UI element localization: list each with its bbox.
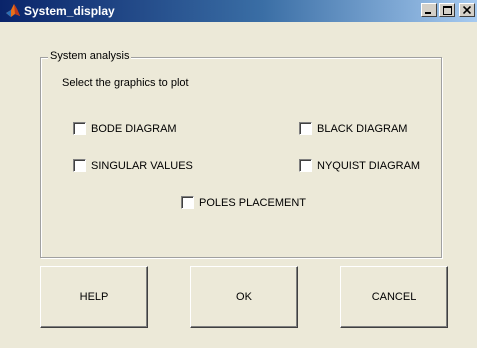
close-icon [463,6,471,14]
window-controls [421,3,475,17]
poles-placement-checkbox[interactable] [181,196,194,209]
poles-placement-label: POLES PLACEMENT [199,196,306,209]
help-button[interactable]: HELP [40,266,148,328]
system-display-window: System_display System analysis Select th… [0,0,477,348]
black-diagram-label: BLACK DIAGRAM [317,122,408,135]
instruction-text: Select the graphics to plot [62,77,189,89]
singular-values-label: SINGULAR VALUES [91,159,193,172]
system-analysis-group: System analysis Select the graphics to p… [40,50,442,258]
minimize-button[interactable] [421,3,437,17]
title-bar[interactable]: System_display [0,0,477,22]
maximize-button[interactable] [439,3,455,17]
bode-diagram-label: BODE DIAGRAM [91,122,177,135]
maximize-icon [442,5,452,15]
bode-diagram-checkbox[interactable] [73,122,86,135]
bode-diagram-option[interactable]: BODE DIAGRAM [73,122,177,135]
black-diagram-checkbox[interactable] [299,122,312,135]
matlab-logo-icon [5,3,21,19]
close-button[interactable] [459,3,475,17]
nyquist-diagram-label: NYQUIST DIAGRAM [317,159,421,172]
group-title: System analysis [48,50,132,62]
window-title: System_display [24,4,115,18]
singular-values-option[interactable]: SINGULAR VALUES [73,159,193,172]
nyquist-diagram-option[interactable]: NYQUIST DIAGRAM [299,159,420,172]
singular-values-checkbox[interactable] [73,159,86,172]
black-diagram-option[interactable]: BLACK DIAGRAM [299,122,407,135]
minimize-icon [425,6,433,14]
cancel-button[interactable]: CANCEL [340,266,448,328]
nyquist-diagram-checkbox[interactable] [299,159,312,172]
dialog-body: System analysis Select the graphics to p… [0,22,477,348]
poles-placement-option[interactable]: POLES PLACEMENT [181,196,306,209]
ok-button[interactable]: OK [190,266,298,328]
